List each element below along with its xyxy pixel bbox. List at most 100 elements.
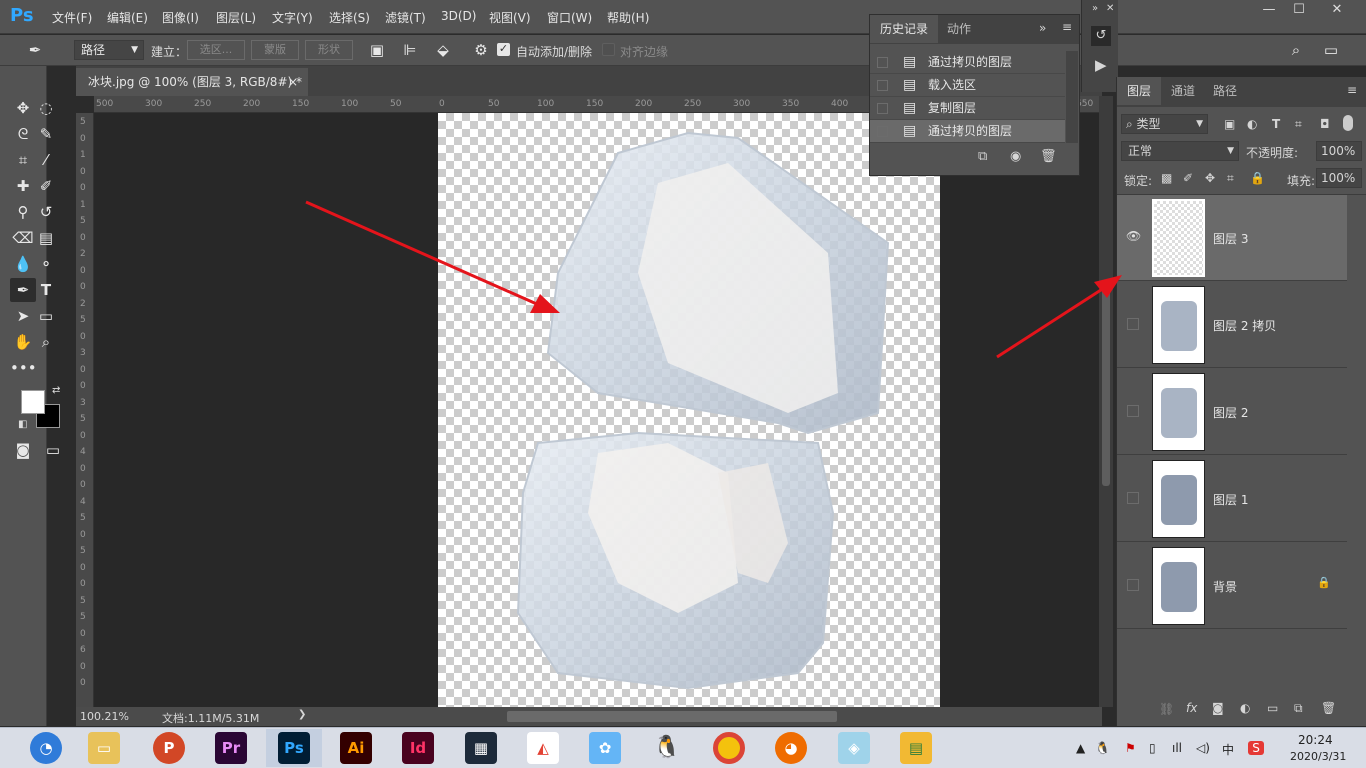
align-edges-checkbox[interactable] (602, 43, 615, 56)
search-icon[interactable]: ⌕ (1283, 38, 1309, 62)
tab-paths[interactable]: 路径 (1203, 77, 1247, 105)
layer-row[interactable]: 图层 1 (1117, 456, 1347, 542)
clock-time[interactable]: 20:24 (1298, 733, 1333, 747)
lock-position-icon[interactable]: ✥ (1205, 171, 1215, 185)
qq-icon[interactable]: 🐧 (651, 732, 683, 764)
collapse-icon[interactable]: » (1039, 21, 1046, 35)
app-icon[interactable]: ◭ (527, 732, 559, 764)
notes-icon[interactable]: ▤ (900, 732, 932, 764)
tab-actions[interactable]: 动作 (937, 15, 981, 43)
path-alignment-icon[interactable]: ⊫ (397, 38, 423, 62)
trash-icon[interactable]: 🗑 (1321, 701, 1336, 715)
tray-expand-icon[interactable]: ▲ (1076, 741, 1085, 755)
scroll-thumb[interactable] (1102, 286, 1110, 486)
menu-filter[interactable]: 滤镜(T) (385, 9, 426, 26)
rectangle-tool-icon[interactable]: ▭ (33, 304, 59, 328)
powerpoint-icon[interactable]: P (153, 732, 185, 764)
menu-view[interactable]: 视图(V) (489, 9, 531, 26)
make-selection-button[interactable]: 选区... (187, 40, 245, 60)
menu-file[interactable]: 文件(F) (52, 9, 92, 26)
eye-icon[interactable]: 👁 (1126, 229, 1141, 243)
quick-mask-icon[interactable]: ◙ (10, 438, 36, 462)
dodge-tool-icon[interactable]: ⚬ (33, 252, 59, 276)
tray-battery-icon[interactable]: ▯ (1149, 741, 1156, 755)
maximize-button[interactable]: ☐ (1288, 3, 1310, 18)
history-brush-tool-icon[interactable]: ↺ (33, 200, 59, 224)
filter-type-icon[interactable]: T (1272, 117, 1280, 131)
panel-menu-icon[interactable]: ≡ (1347, 83, 1357, 97)
menu-window[interactable]: 窗口(W) (547, 9, 592, 26)
default-colors-icon[interactable]: ◧ (18, 419, 27, 430)
layer-filter-select[interactable]: ⌕ 类型 ▼ (1121, 114, 1208, 134)
camera-icon[interactable]: ◉ (1010, 149, 1021, 164)
marquee-tool-icon[interactable]: ◌ (33, 96, 59, 120)
folder-icon[interactable]: ▭ (1267, 701, 1278, 715)
make-shape-button[interactable]: 形状 (305, 40, 353, 60)
horizontal-scroll-thumb[interactable] (507, 711, 837, 722)
tray-signal-icon[interactable]: ıll (1172, 741, 1182, 755)
chrome-icon[interactable] (713, 732, 745, 764)
swap-colors-icon[interactable]: ⇄ (52, 385, 60, 396)
layer-row[interactable]: 图层 2 (1117, 369, 1347, 455)
play-icon[interactable]: ▶ (1095, 56, 1107, 74)
menu-type[interactable]: 文字(Y) (272, 9, 313, 26)
fill-input[interactable]: 100% (1316, 168, 1362, 188)
tab-layers[interactable]: 图层 (1117, 77, 1162, 105)
premiere-icon[interactable]: Pr (215, 732, 247, 764)
visibility-toggle[interactable] (1127, 318, 1139, 330)
clock-date[interactable]: 2020/3/31 (1290, 750, 1346, 763)
panel-menu-icon[interactable]: ≡ (1062, 20, 1072, 34)
tray-network-icon[interactable]: ⚑ (1125, 741, 1136, 755)
sogou-ime-icon[interactable]: S (1248, 741, 1264, 755)
photoshop-icon[interactable]: Ps (278, 732, 310, 764)
pen-mode-select[interactable]: 路径 ▼ (74, 40, 144, 60)
pen-tool-preset-icon[interactable]: ✒ (22, 38, 48, 62)
layer-row[interactable]: 背景 🔒 (1117, 543, 1347, 629)
workspace-icon[interactable]: ▭ (1318, 38, 1344, 62)
app-icon[interactable]: ◕ (775, 732, 807, 764)
zoom-tool-icon[interactable]: ⌕ (33, 330, 59, 354)
fx-icon[interactable]: fx (1186, 701, 1197, 715)
screen-mode-icon[interactable]: ▭ (40, 438, 66, 462)
auto-add-delete-checkbox[interactable]: ✓ (497, 43, 510, 56)
file-explorer-icon[interactable]: ▭ (88, 732, 120, 764)
layer-row-selected[interactable]: 👁 图层 3 (1117, 195, 1347, 281)
menu-3d[interactable]: 3D(D) (441, 9, 476, 23)
filter-toggle[interactable] (1343, 115, 1353, 131)
menu-help[interactable]: 帮助(H) (607, 9, 649, 26)
browser-icon[interactable]: ◔ (30, 732, 62, 764)
collapse-icon[interactable]: » (1092, 3, 1098, 14)
more-tools-icon[interactable]: ••• (10, 356, 37, 380)
history-item[interactable]: ▤ 通过拷贝的图层 (870, 51, 1065, 74)
type-tool-icon[interactable]: T (33, 278, 59, 302)
zoom-level[interactable]: 100.21% (80, 710, 129, 723)
make-mask-button[interactable]: 蒙版 (251, 40, 299, 60)
add-mask-icon[interactable]: ◙ (1212, 701, 1224, 715)
canvas-area[interactable] (94, 113, 1100, 707)
filter-adjustment-icon[interactable]: ◐ (1247, 117, 1257, 131)
link-layers-icon[interactable]: ⛓ (1159, 702, 1174, 716)
document-canvas[interactable] (438, 113, 940, 707)
trash-icon[interactable]: 🗑 (1040, 149, 1057, 164)
tab-history[interactable]: 历史记录 (870, 15, 939, 43)
menu-layer[interactable]: 图层(L) (216, 9, 256, 26)
gradient-tool-icon[interactable]: ▤ (33, 226, 59, 250)
eyedropper-tool-icon[interactable]: ⁄ (33, 148, 59, 172)
history-item[interactable]: ▤ 载入选区 (870, 74, 1065, 97)
filter-smart-object-icon[interactable]: ◘ (1320, 117, 1330, 131)
gear-icon[interactable]: ⚙ (468, 38, 494, 62)
adjustment-layer-icon[interactable]: ◐ (1240, 701, 1250, 715)
foreground-color-swatch[interactable] (21, 390, 45, 414)
menu-edit[interactable]: 编辑(E) (107, 9, 148, 26)
history-panel-icon[interactable]: ↺ (1091, 26, 1111, 46)
history-item-selected[interactable]: ▤ 通过拷贝的图层 (870, 120, 1065, 143)
filter-shape-icon[interactable]: ⌗ (1295, 117, 1302, 132)
path-operations-icon[interactable]: ▣ (364, 38, 390, 62)
lock-pixels-icon[interactable]: ✐ (1183, 171, 1193, 185)
visibility-toggle[interactable] (1127, 492, 1139, 504)
lock-artboard-icon[interactable]: ⌗ (1227, 171, 1234, 186)
video-editor-icon[interactable]: ▦ (465, 732, 497, 764)
filter-pixel-icon[interactable]: ▣ (1224, 117, 1235, 131)
tray-volume-icon[interactable]: ◁) (1196, 741, 1210, 755)
close-tab-icon[interactable]: × (288, 68, 298, 96)
